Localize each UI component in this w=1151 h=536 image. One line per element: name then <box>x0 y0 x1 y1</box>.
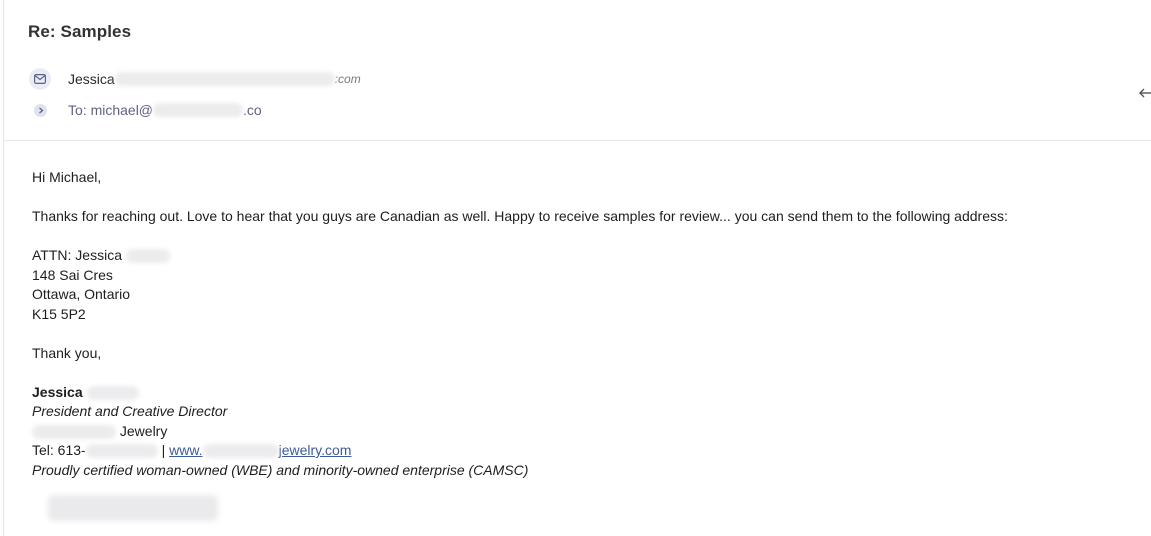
redacted-surname <box>125 249 170 264</box>
redacted-website <box>202 444 279 459</box>
header-divider <box>4 140 1151 141</box>
signature-title: President and Creative Director <box>32 403 228 419</box>
redacted-logo <box>48 495 218 521</box>
chevron-right-icon[interactable] <box>34 103 47 117</box>
recipient-row: To: michael@ .co <box>29 99 262 121</box>
signature-name: Jessica <box>32 383 1008 403</box>
redacted-signature-surname <box>86 385 139 400</box>
address-street: 148 Sai Cres <box>32 266 113 283</box>
certification-line: Proudly certified woman-owned (WBE) and … <box>32 461 529 478</box>
website-suffix[interactable]: jewelry.com <box>279 442 352 458</box>
signature-company: Jewelry <box>32 422 1008 442</box>
signature-contact: Tel: 613- | www. jewelry.com <box>32 441 1008 461</box>
mail-icon <box>29 68 51 90</box>
email-subject: Re: Samples <box>28 22 132 41</box>
recipient-suffix: .co <box>243 102 262 118</box>
signature-name-text: Jessica <box>32 383 83 400</box>
tel-prefix: Tel: 613- <box>32 442 86 458</box>
redacted-email <box>114 72 335 86</box>
address-attn: ATTN: Jessica <box>32 246 1008 266</box>
recipient-prefix: To: michael@ <box>68 102 154 118</box>
address-attn-text: ATTN: Jessica <box>32 247 122 263</box>
greeting: Hi Michael, <box>32 169 102 185</box>
address-city: Ottawa, Ontario <box>32 286 131 302</box>
sender-domain: :com <box>334 72 361 86</box>
redacted-recipient <box>153 103 244 117</box>
website-prefix[interactable]: www. <box>169 442 202 458</box>
contact-separator: | <box>161 442 166 458</box>
company-suffix: Jewelry <box>119 422 168 439</box>
website-link[interactable]: www. jewelry.com <box>169 442 352 459</box>
redacted-phone <box>85 444 158 459</box>
sender-row: Jessica :com <box>29 68 361 90</box>
email-body: Hi Michael, Thanks for reaching out. Lov… <box>32 168 1008 480</box>
redacted-company <box>32 424 116 439</box>
message-paragraph: Thanks for reaching out. Love to hear th… <box>32 208 1008 224</box>
closing: Thank you, <box>32 344 102 361</box>
sender-name: Jessica <box>68 71 115 87</box>
address-postal: K15 5P2 <box>32 305 86 322</box>
reply-arrow-icon[interactable] <box>1138 86 1151 105</box>
